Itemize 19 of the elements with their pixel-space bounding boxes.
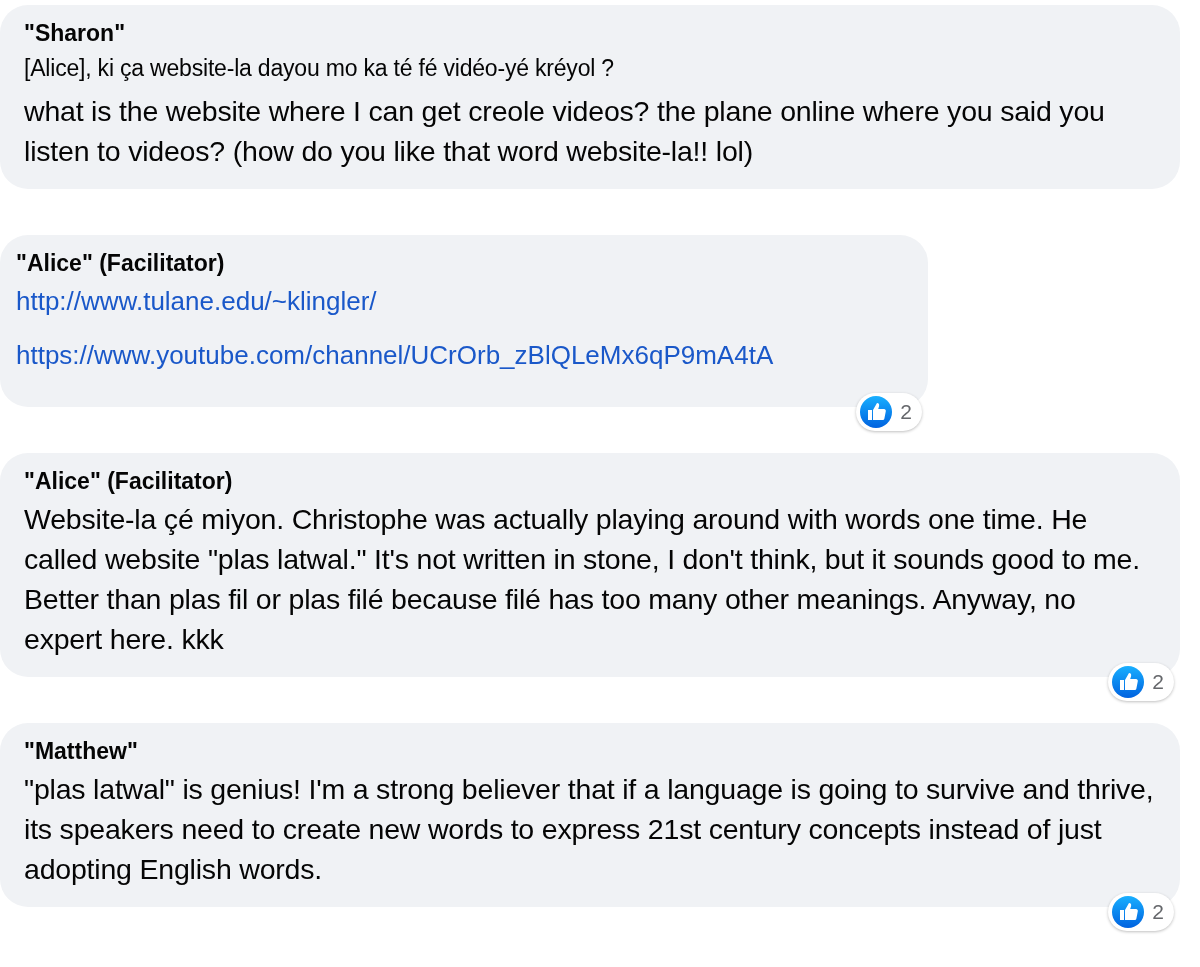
like-icon xyxy=(1112,665,1145,698)
like-reaction[interactable]: 2 xyxy=(1108,662,1174,701)
comment-author[interactable]: "Matthew" xyxy=(24,736,1158,767)
comment-text: [Alice], ki ça website-la dayou mo ka té fé vidéo-yé kréyol ? xyxy=(24,53,615,83)
like-icon xyxy=(860,395,893,428)
link[interactable]: http://www.tulane.edu/~klingler/ xyxy=(16,280,377,321)
comment-author[interactable]: "Alice" (Facilitator) xyxy=(24,466,1158,497)
comment-author[interactable]: "Alice" (Facilitator) xyxy=(16,248,906,279)
like-reaction[interactable]: 2 xyxy=(856,392,922,431)
comment-author[interactable]: "Sharon" xyxy=(24,19,1158,49)
like-icon xyxy=(1112,895,1145,928)
reaction-count: 2 xyxy=(1152,668,1164,695)
like-reaction[interactable]: 2 xyxy=(1108,892,1174,931)
comment-text: what is the website where I can get creole videos? the plane online where you said you listen to videos? (how do you like that word website-la!! lol) xyxy=(24,93,1106,169)
link[interactable]: https://www.youtube.com/channel/UCrOrb_zBlQLeMx6qP9mA4tA xyxy=(16,334,774,375)
comment-text: "plas latwal" is genius! I'm a strong believer that if a language is going to survive and thrive, its speakers need to create new words to express 21st century concepts instead of just adopting English words. xyxy=(24,771,1155,887)
reaction-count: 2 xyxy=(1152,898,1164,925)
reaction-count: 2 xyxy=(900,399,912,426)
comment-text: Website-la çé miyon. Christophe was actually playing around with words one time. He called website "plas latwal." It's not written in stone, I don't think, but it sounds good to me. Better than plas fil or plas filé because filé has too many other meanings. Anyway, no expert here. kkk xyxy=(24,501,1141,657)
